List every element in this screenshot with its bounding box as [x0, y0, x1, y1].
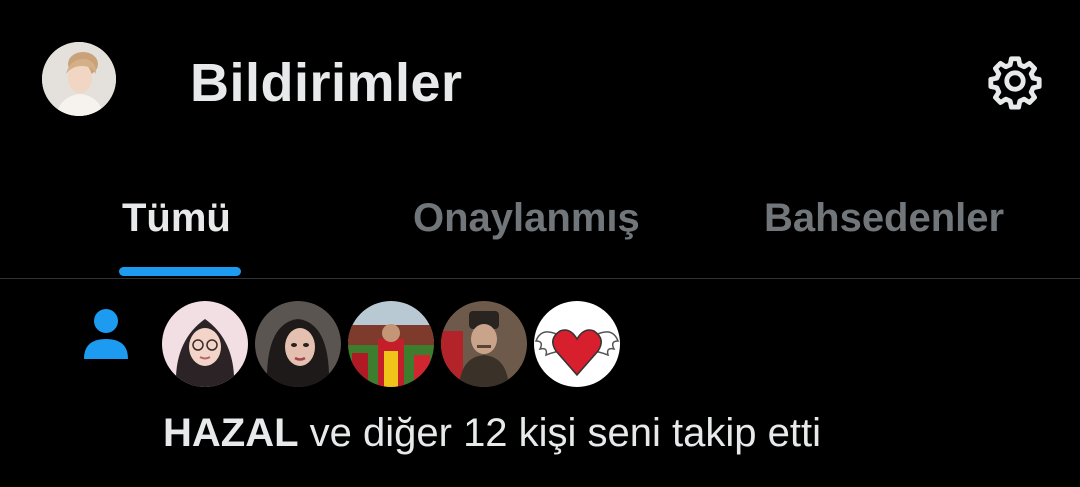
tab-verified[interactable]: Onaylanmış [413, 196, 640, 241]
notification-user-name[interactable]: HAZAL [163, 411, 299, 455]
tab-all[interactable]: Tümü [122, 196, 231, 241]
header: Bildirimler [0, 0, 1080, 160]
tab-bar: Tümü Onaylanmış Bahsedenler [0, 160, 1080, 279]
page-title: Bildirimler [190, 53, 463, 113]
notification-text: HAZAL ve diğer 12 kişi seni takip etti [163, 411, 821, 456]
person-icon [80, 305, 132, 361]
gear-icon [988, 56, 1042, 110]
profile-avatar[interactable] [42, 42, 116, 116]
settings-button[interactable] [986, 52, 1044, 110]
avatar-historical-portrait-icon[interactable] [441, 301, 527, 387]
avatar-football-stadium-icon[interactable] [348, 301, 434, 387]
user-profile-avatar-icon [42, 42, 116, 116]
avatar-woman-hijab-icon[interactable] [162, 301, 248, 387]
avatar-woman-dark-hair-icon[interactable] [255, 301, 341, 387]
follow-notification[interactable]: HAZAL ve diğer 12 kişi seni takip etti [0, 279, 1080, 487]
avatar-winged-heart-icon[interactable] [534, 301, 620, 387]
notification-message: ve diğer 12 kişi seni takip etti [298, 411, 822, 455]
tab-mentions[interactable]: Bahsedenler [764, 196, 1004, 241]
notifications-page: Bildirimler Tümü Onaylanmış Bahsedenler [0, 0, 1080, 487]
active-tab-indicator [119, 267, 241, 276]
